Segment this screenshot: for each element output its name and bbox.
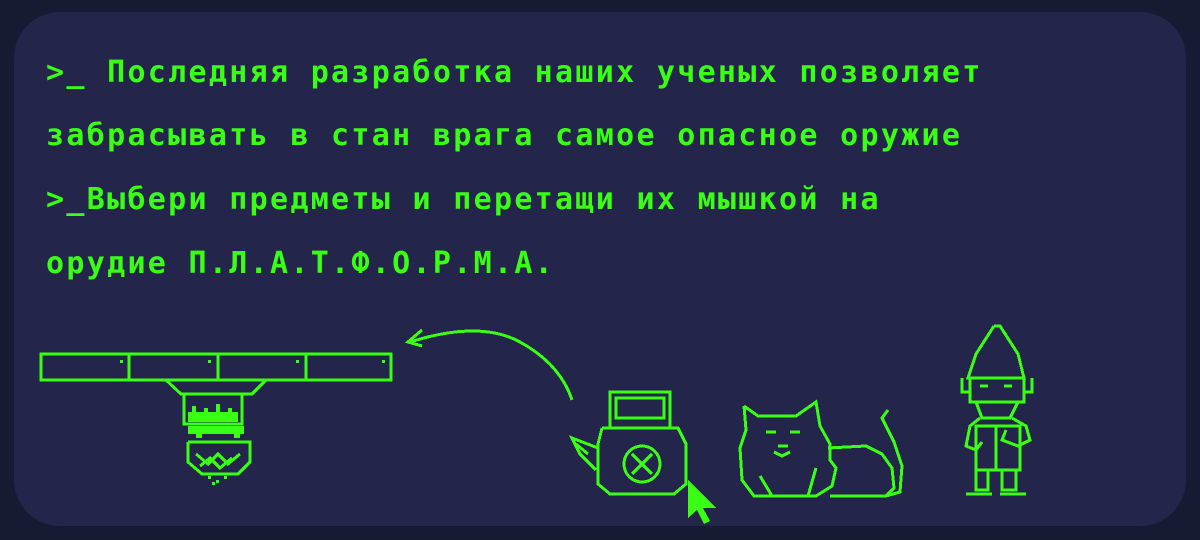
prompt-line-4: орудие П.Л.А.Т.Ф.О.Р.М.А. (46, 246, 556, 281)
cat-icon[interactable] (736, 396, 908, 502)
curved-arrow-icon (404, 328, 574, 401)
kettle-icon[interactable] (566, 388, 690, 498)
gnome-icon[interactable] (956, 322, 1038, 498)
prompt-line-1: >_ Последняя разработка наших ученых поз… (46, 55, 983, 90)
platform-cannon-icon[interactable] (38, 350, 394, 486)
prompt-line-2: забрасывать в стан врага самое опасное о… (46, 118, 963, 153)
mouse-cursor-icon (688, 480, 716, 524)
prompt-line-3: >_Выбери предметы и перетащи их мышкой н… (46, 182, 881, 217)
